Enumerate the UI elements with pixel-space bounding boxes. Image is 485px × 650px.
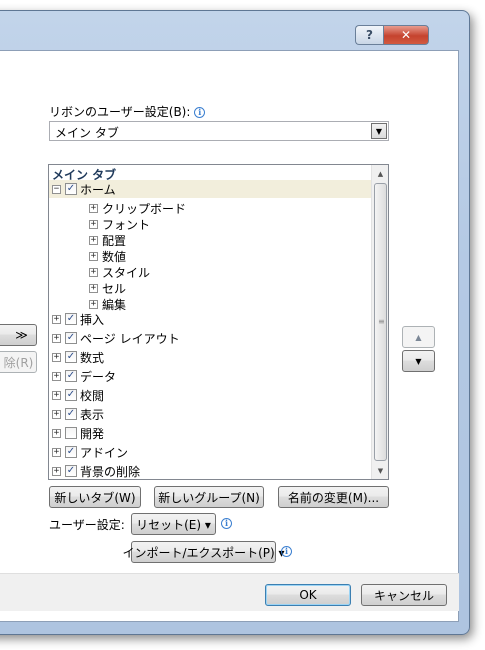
remove-label: 除(R) <box>3 355 34 370</box>
tree-child-label: 配置 <box>102 233 127 248</box>
new-tab-button[interactable]: 新しいタブ(W) <box>49 486 141 508</box>
new-group-label: 新しいグループ(N) <box>158 490 260 505</box>
checkbox-tab[interactable]: ✓ <box>65 313 77 325</box>
expand-icon[interactable]: + <box>89 299 98 309</box>
tree-item-label: ページ レイアウト <box>80 331 180 346</box>
tree-item-label: 開発 <box>80 426 105 441</box>
checkbox-tab[interactable]: ✓ <box>65 446 77 458</box>
tree-item-label: 表示 <box>80 407 105 422</box>
scroll-up-icon[interactable]: ▲ <box>372 165 388 182</box>
expand-icon[interactable]: + <box>52 390 61 400</box>
checkbox-tab[interactable]: ✓ <box>65 332 77 344</box>
checkbox-tab[interactable] <box>65 427 77 439</box>
checkbox-tab[interactable]: ✓ <box>65 389 77 401</box>
expand-icon[interactable]: + <box>89 203 98 213</box>
import-export-label: インポート/エクスポート(P) ▾ <box>122 545 285 560</box>
tree-item-tab[interactable]: + ✓ アドイン <box>52 443 128 461</box>
tree-scrollbar[interactable]: ▲ ≡ ▼ <box>371 165 388 479</box>
scroll-down-icon[interactable]: ▼ <box>372 462 388 479</box>
expand-icon[interactable]: + <box>52 314 61 324</box>
expand-icon[interactable]: + <box>52 409 61 419</box>
tree-child-label: 編集 <box>102 297 127 312</box>
expand-icon[interactable]: + <box>89 235 98 245</box>
add-label: ≫ <box>15 328 28 342</box>
tree-item-tab[interactable]: + ✓ ページ レイアウト <box>52 329 180 347</box>
tree-item-home[interactable]: − ✓ ホーム <box>49 180 371 198</box>
ok-label: OK <box>299 588 317 602</box>
expand-icon[interactable]: + <box>89 219 98 229</box>
expand-icon[interactable]: + <box>89 283 98 293</box>
checkbox-home[interactable]: ✓ <box>65 183 77 195</box>
combo-value: メイン タブ <box>55 126 119 140</box>
expand-icon[interactable]: + <box>89 251 98 261</box>
tree-child-label: 数値 <box>102 249 127 264</box>
tree-item-label: ホーム <box>80 182 116 197</box>
rename-label: 名前の変更(M)... <box>287 490 380 505</box>
help-icon: ? <box>366 28 373 42</box>
cancel-button[interactable]: キャンセル <box>361 584 447 606</box>
tree-item-label: 校閲 <box>80 388 105 403</box>
title-buttons: ? ✕ <box>355 25 429 45</box>
scroll-thumb[interactable]: ≡ <box>374 183 387 461</box>
info-icon: i <box>281 546 292 557</box>
move-up-icon: ▲ <box>415 332 422 342</box>
info-icon: i <box>194 107 206 118</box>
tree-item-label: 数式 <box>80 350 105 365</box>
add-button[interactable]: ≫ <box>0 324 37 346</box>
help-button[interactable]: ? <box>355 25 383 45</box>
dropdown-arrow-icon[interactable]: ▼ <box>371 123 387 139</box>
tree-item-tab[interactable]: + ✓ データ <box>52 367 116 385</box>
customize-label-text: ユーザー設定: <box>49 518 125 532</box>
checkbox-tab[interactable]: ✓ <box>65 370 77 382</box>
tree-item-label: 背景の削除 <box>80 464 141 479</box>
move-up-button[interactable]: ▲ <box>402 326 435 348</box>
tree-item-label: データ <box>80 369 117 384</box>
tree-child-label: クリップボード <box>102 201 187 216</box>
expand-icon[interactable]: + <box>52 352 61 362</box>
cancel-label: キャンセル <box>373 588 434 603</box>
new-tab-label: 新しいタブ(W) <box>54 490 136 505</box>
remove-button[interactable]: 除(R) <box>0 351 37 373</box>
ribbon-tree: メイン タブ − ✓ ホーム + クリップボード + フォント + 配置 + 数値 + ス… <box>48 164 389 480</box>
checkbox-tab[interactable]: ✓ <box>65 351 77 363</box>
collapse-icon[interactable]: − <box>52 184 61 194</box>
tree-item-tab[interactable]: + 開発 <box>52 424 104 442</box>
tree-item-tab[interactable]: + ✓ 表示 <box>52 405 104 423</box>
tree-child-label: セル <box>102 281 127 296</box>
tree-child-label: スタイル <box>102 265 151 280</box>
info-icon: i <box>221 518 232 529</box>
reset-button[interactable]: リセット(E) ▾ <box>131 513 216 535</box>
tree-item-label: アドイン <box>80 445 129 460</box>
expand-icon[interactable]: + <box>52 466 61 476</box>
reset-label: リセット(E) ▾ <box>136 517 211 532</box>
checkbox-tab[interactable]: ✓ <box>65 408 77 420</box>
tree-item-tab[interactable]: + ✓ 数式 <box>52 348 104 366</box>
ribbon-tabs-combo[interactable]: メイン タブ ▼ <box>49 121 389 141</box>
new-group-button[interactable]: 新しいグループ(N) <box>154 486 264 508</box>
expand-icon[interactable]: + <box>52 333 61 343</box>
grip-icon: ≡ <box>378 317 385 326</box>
ribbon-label-text: リボンのユーザー設定(B): <box>49 105 191 119</box>
ribbon-customize-label: リボンのユーザー設定(B): i <box>49 103 206 120</box>
checkbox-tab[interactable]: ✓ <box>65 465 77 477</box>
expand-icon[interactable]: + <box>89 267 98 277</box>
move-down-button[interactable]: ▼ <box>402 350 435 372</box>
tree-item-label: 挿入 <box>80 312 105 327</box>
customize-label: ユーザー設定: <box>49 516 125 533</box>
close-button[interactable]: ✕ <box>383 25 429 45</box>
tree-item-tab[interactable]: + ✓ 背景の削除 <box>52 462 141 479</box>
close-icon: ✕ <box>400 28 412 42</box>
expand-icon[interactable]: + <box>52 447 61 457</box>
expand-icon[interactable]: + <box>52 428 61 438</box>
tree-child-label: フォント <box>102 217 151 232</box>
tree-item-tab[interactable]: + ✓ 挿入 <box>52 310 104 328</box>
move-down-icon: ▼ <box>415 356 422 366</box>
rename-button[interactable]: 名前の変更(M)... <box>278 486 389 508</box>
import-export-button[interactable]: インポート/エクスポート(P) ▾ <box>122 541 285 563</box>
ok-button[interactable]: OK <box>265 584 351 606</box>
tree-item-tab[interactable]: + ✓ 校閲 <box>52 386 104 404</box>
expand-icon[interactable]: + <box>52 371 61 381</box>
